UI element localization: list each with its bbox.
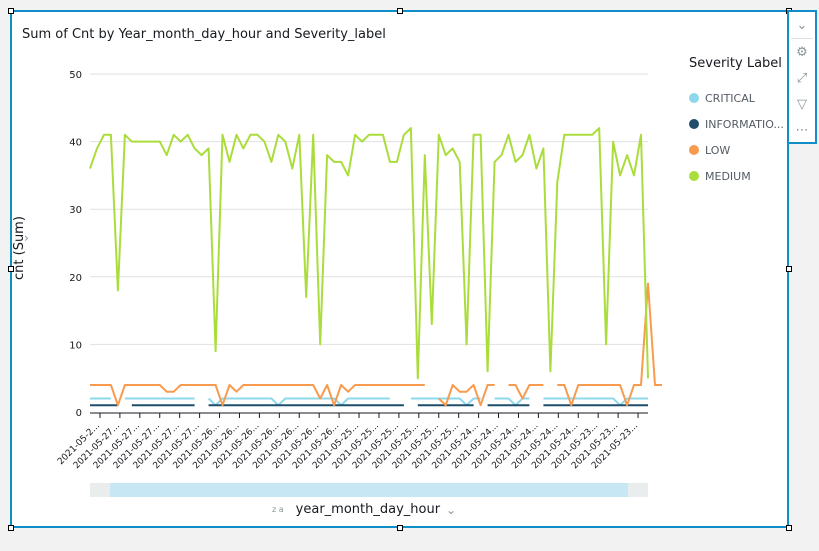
series-line-critical [207,397,390,407]
y-tick-label: 20 [69,273,82,284]
y-tick-label: 0 [76,408,82,419]
x-axis-title: year_month_day_hour [295,502,441,517]
series-line-low [508,384,544,400]
scrollbar-thumb[interactable] [110,483,628,497]
y-tick-label: 50 [69,70,82,81]
chart-svg: 010203040502021-05-2...2021-05-27...2021… [56,70,662,471]
series-line-medium [89,127,649,380]
series-line-low [90,384,425,407]
sort-icon[interactable]: z a [272,505,284,514]
series-line-low [438,384,495,407]
x-scrollbar[interactable] [90,483,648,497]
y-tick-label: 30 [69,205,82,216]
y-tick-label: 40 [69,138,82,149]
y-tick-label: 10 [69,340,82,351]
chevron-down-icon[interactable]: ⌄ [446,503,456,517]
x-axis-title-group[interactable]: z a year_month_day_hour ⌄ [272,502,456,517]
series-line-critical [543,397,648,407]
series-line-critical [494,397,530,407]
